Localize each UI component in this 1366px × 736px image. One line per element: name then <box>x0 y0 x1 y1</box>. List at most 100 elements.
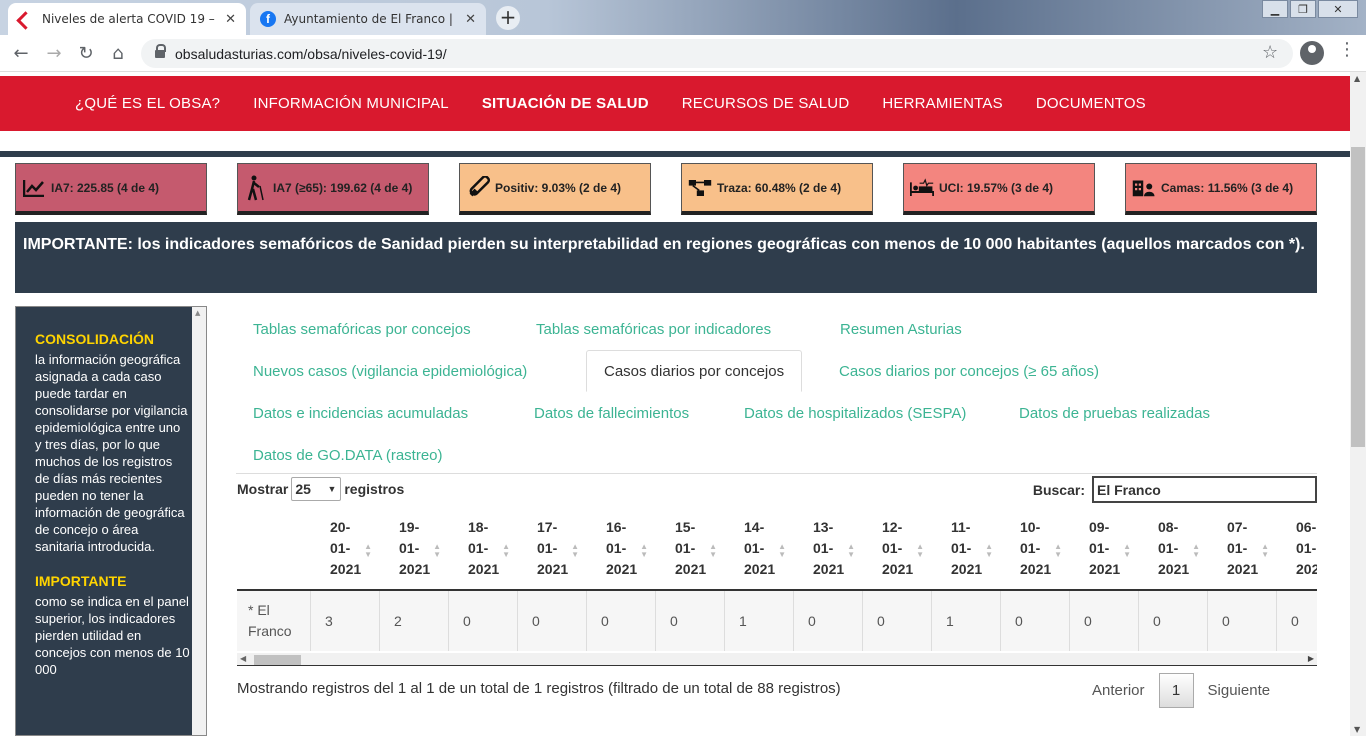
sort-icon[interactable]: ▲ ▼ <box>433 543 441 559</box>
divider-bar <box>0 151 1350 157</box>
back-icon[interactable]: ← <box>9 43 33 64</box>
column-header-date[interactable]: 09- 01- 2021 ▲ ▼ <box>1070 509 1139 591</box>
indicator-positiv[interactable]: Positiv: 9.03% (2 de 4) <box>459 163 651 215</box>
tab-datos-hospitalizados[interactable]: Datos de hospitalizados (SESPA) <box>727 392 983 434</box>
sidebar-notes[interactable]: CONSOLIDACIÓN la información geográfica … <box>15 306 207 736</box>
column-header-date-part: 12- <box>882 519 903 535</box>
column-header-date-part: 07- <box>1227 519 1248 535</box>
nav-item-herramientas[interactable]: HERRAMIENTAS <box>882 95 1002 112</box>
new-tab-icon[interactable]: + <box>496 6 520 30</box>
indicator-ia7[interactable]: IA7: 225.85 (4 de 4) <box>15 163 207 215</box>
sort-icon[interactable]: ▲ ▼ <box>709 543 717 559</box>
sort-icon[interactable]: ▲ ▼ <box>985 543 993 559</box>
browser-tab-facebook[interactable]: f Ayuntamiento de El Franco | Face ✕ <box>250 3 486 35</box>
browser-tab-title: Niveles de alerta COVID 19 – Obs <box>42 12 217 26</box>
column-header-date[interactable]: 06-01-2021▲▼ <box>1277 509 1317 591</box>
scroll-up-icon[interactable]: ▲ <box>1354 74 1360 83</box>
column-header-date[interactable]: 13- 01- 2021 ▲ ▼ <box>794 509 863 591</box>
sort-icon[interactable]: ▲ ▼ <box>1261 543 1269 559</box>
sort-icon[interactable]: ▲ ▼ <box>1123 543 1131 559</box>
indicator-label: Positiv: 9.03% (2 de 4) <box>495 180 622 195</box>
content-tabs: Tablas semafóricas por concejos Tablas s… <box>236 308 1326 476</box>
scroll-right-icon[interactable]: ▶ <box>1308 654 1314 663</box>
minimize-icon[interactable]: ▁ <box>1262 0 1288 18</box>
scroll-down-icon[interactable]: ▼ <box>1354 725 1360 734</box>
column-header-date[interactable]: 11- 01- 2021 ▲ ▼ <box>932 509 1001 591</box>
nav-item-recursos-de-salud[interactable]: RECURSOS DE SALUD <box>682 95 850 112</box>
page-vertical-scrollbar[interactable]: ▲ ▼ <box>1350 72 1366 736</box>
indicator-traza[interactable]: Traza: 60.48% (2 de 4) <box>681 163 873 215</box>
search-input[interactable]: El Franco <box>1092 476 1317 503</box>
page-button-1[interactable]: 1 <box>1158 673 1194 708</box>
forward-icon[interactable]: → <box>42 43 66 64</box>
tab-tablas-semaforicas-indicadores[interactable]: Tablas semafóricas por indicadores <box>519 308 788 350</box>
menu-kebab-icon[interactable]: ⋮ <box>1338 39 1356 60</box>
nav-item-informacion-municipal[interactable]: INFORMACIÓN MUNICIPAL <box>253 95 449 112</box>
column-header-date[interactable]: 18- 01- 2021 ▲ ▼ <box>449 509 518 591</box>
column-header-date[interactable]: 14- 01- 2021 ▲ ▼ <box>725 509 794 591</box>
table-horizontal-scrollbar[interactable]: ◀ ▶ <box>237 653 1317 666</box>
address-bar[interactable]: obsaludasturias.com/obsa/niveles-covid-1… <box>141 39 1293 68</box>
reload-icon[interactable]: ↻ <box>74 43 98 64</box>
column-header-date[interactable]: 10- 01- 2021 ▲ ▼ <box>1001 509 1070 591</box>
browser-tab-obsa[interactable]: Niveles de alerta COVID 19 – Obs ✕ <box>8 3 246 35</box>
tab-datos-incidencias[interactable]: Datos e incidencias acumuladas <box>236 392 485 434</box>
close-tab-icon[interactable]: ✕ <box>465 12 476 27</box>
tab-nuevos-casos[interactable]: Nuevos casos (vigilancia epidemiológica) <box>236 350 544 392</box>
table-cell-value: 1 <box>932 591 1001 651</box>
column-header-date[interactable]: 07- 01- 2021 ▲ ▼ <box>1208 509 1277 591</box>
lock-icon[interactable] <box>155 43 166 60</box>
indicator-uci[interactable]: UCI: 19.57% (3 de 4) <box>903 163 1095 215</box>
sort-icon[interactable]: ▲ ▼ <box>916 543 924 559</box>
url-text[interactable]: obsaludasturias.com/obsa/niveles-covid-1… <box>175 46 447 62</box>
restore-icon[interactable]: ❐ <box>1290 0 1316 18</box>
home-icon[interactable]: ⌂ <box>106 43 130 64</box>
column-header-date[interactable]: 19- 01- 2021 ▲ ▼ <box>380 509 449 591</box>
table-row: * El Franco 320000100100000 <box>237 591 1317 651</box>
tab-row-1: Tablas semafóricas por concejos Tablas s… <box>236 308 1326 350</box>
column-header-date[interactable]: 16- 01- 2021 ▲ ▼ <box>587 509 656 591</box>
close-tab-icon[interactable]: ✕ <box>225 12 236 27</box>
tab-casos-diarios-concejos[interactable]: Casos diarios por concejos <box>586 350 803 392</box>
column-header-date[interactable]: 20- 01- 2021 ▲ ▼ <box>311 509 380 591</box>
tab-datos-pruebas[interactable]: Datos de pruebas realizadas <box>1002 392 1227 434</box>
sort-icon[interactable]: ▲ ▼ <box>847 543 855 559</box>
column-header-date[interactable]: 12- 01- 2021 ▲ ▼ <box>863 509 932 591</box>
tab-casos-diarios-65[interactable]: Casos diarios por concejos (≥ 65 años) <box>822 350 1116 392</box>
sort-icon[interactable]: ▲ ▼ <box>502 543 510 559</box>
bookmark-star-icon[interactable]: ☆ <box>1262 42 1278 63</box>
table-cell-value: 0 <box>1139 591 1208 651</box>
table-cell-value: 1 <box>725 591 794 651</box>
sort-icon[interactable]: ▲ ▼ <box>571 543 579 559</box>
tab-datos-godata[interactable]: Datos de GO.DATA (rastreo) <box>236 434 460 476</box>
nav-item-situacion-de-salud[interactable]: SITUACIÓN DE SALUD <box>482 95 649 112</box>
indicator-camas[interactable]: Camas: 11.56% (3 de 4) <box>1125 163 1317 215</box>
window-close-icon[interactable]: ✕ <box>1318 0 1358 18</box>
sort-icon[interactable]: ▲ ▼ <box>640 543 648 559</box>
show-label: Mostrar <box>237 481 289 497</box>
page-length-select[interactable]: 25 ▼ <box>291 477 342 501</box>
sort-icon[interactable]: ▲ ▼ <box>1054 543 1062 559</box>
scrollbar-thumb[interactable] <box>254 655 301 665</box>
sort-icon[interactable]: ▲ ▼ <box>364 543 372 559</box>
indicator-label: IA7 (≥65): 199.62 (4 de 4) <box>273 180 413 195</box>
scrollbar-thumb[interactable] <box>1351 147 1365 447</box>
scroll-left-icon[interactable]: ◀ <box>240 654 246 663</box>
indicator-ia7-65[interactable]: IA7 (≥65): 199.62 (4 de 4) <box>237 163 429 215</box>
sidebar-scrollbar[interactable] <box>192 307 206 735</box>
sort-icon[interactable]: ▲ ▼ <box>778 543 786 559</box>
profile-avatar[interactable] <box>1300 41 1324 65</box>
column-header-date-part: 2021 <box>1296 561 1317 577</box>
column-header-date[interactable]: 08- 01- 2021 ▲ ▼ <box>1139 509 1208 591</box>
tab-resumen-asturias[interactable]: Resumen Asturias <box>823 308 979 350</box>
column-header-date-part: 09- <box>1089 519 1110 535</box>
previous-page-button[interactable]: Anterior <box>1092 682 1145 699</box>
nav-item-que-es-obsa[interactable]: ¿QUÉ ES EL OBSA? <box>75 95 220 112</box>
sort-icon[interactable]: ▲ ▼ <box>1192 543 1200 559</box>
nav-item-documentos[interactable]: DOCUMENTOS <box>1036 95 1146 112</box>
column-header-date[interactable]: 17- 01- 2021 ▲ ▼ <box>518 509 587 591</box>
tab-tablas-semaforicas-concejos[interactable]: Tablas semafóricas por concejos <box>236 308 488 350</box>
next-page-button[interactable]: Siguiente <box>1208 682 1271 699</box>
column-header-date[interactable]: 15- 01- 2021 ▲ ▼ <box>656 509 725 591</box>
tab-datos-fallecimientos[interactable]: Datos de fallecimientos <box>517 392 706 434</box>
